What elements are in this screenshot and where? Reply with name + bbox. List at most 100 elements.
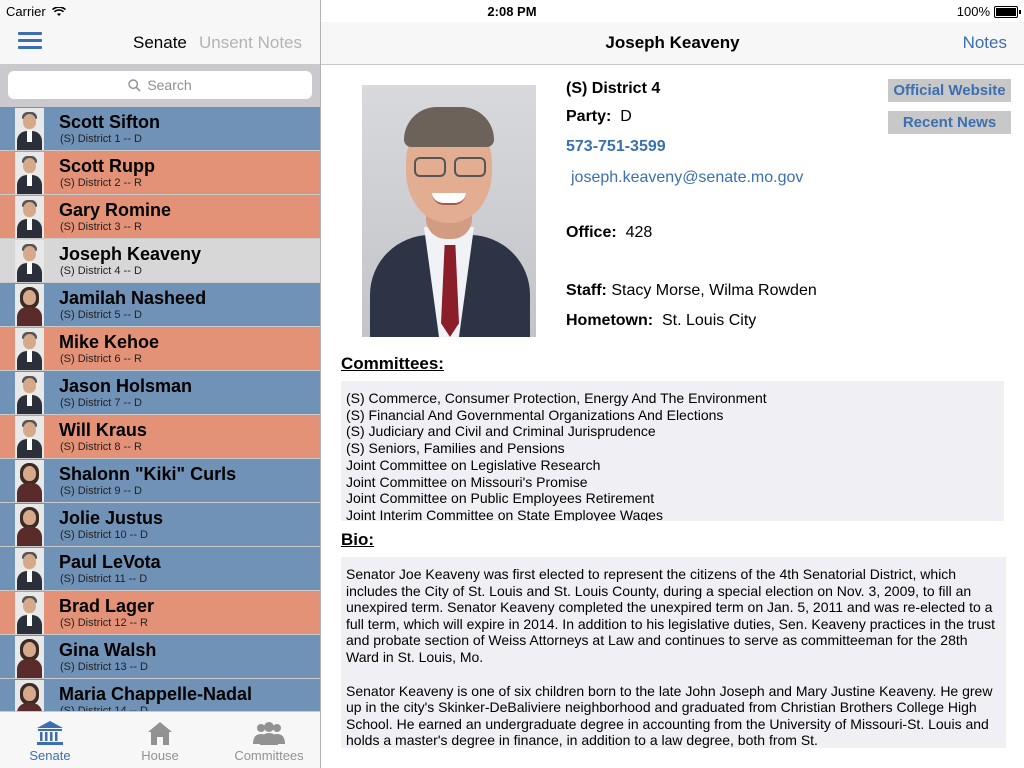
senator-row[interactable]: Shalonn "Kiki" Curls (S) District 9 -- D xyxy=(0,459,320,503)
senator-district: (S) District 5 -- D xyxy=(60,309,142,321)
senator-thumbnail xyxy=(15,372,44,414)
senator-thumbnail xyxy=(15,504,44,546)
senator-thumbnail xyxy=(15,108,44,150)
menu-icon[interactable] xyxy=(18,32,42,50)
hometown-value: St. Louis City xyxy=(662,312,757,329)
clock: 2:08 PM xyxy=(487,4,537,19)
senator-name: Mike Kehoe xyxy=(59,332,160,352)
senator-thumbnail xyxy=(15,196,44,238)
senator-row[interactable]: Will Kraus (S) District 8 -- R xyxy=(0,415,320,459)
committee-item: (S) Seniors, Families and Pensions xyxy=(346,440,565,457)
office-row: Office: 428 xyxy=(566,224,652,242)
senator-row[interactable]: Gina Walsh (S) District 13 -- D xyxy=(0,635,320,679)
segment-senate[interactable]: Senate xyxy=(133,33,187,53)
master-pane: Senate Unsent Notes Search Scott Sifton(… xyxy=(0,0,321,768)
committee-item: Joint Committee on Public Employees Reti… xyxy=(346,490,655,507)
committee-item: Joint Interim Committee on State Employe… xyxy=(346,506,663,521)
bio-paragraph: Senator Joe Keaveny was first elected to… xyxy=(346,566,995,665)
battery-icon xyxy=(994,5,1021,18)
notes-button[interactable]: Notes xyxy=(963,33,1007,53)
phone-link[interactable]: 573-751-3599 xyxy=(566,138,666,156)
committees-list: (S) Commerce, Consumer Protection, Energ… xyxy=(341,381,1004,521)
senator-list: Scott Sifton (S) District 1 -- D Scott Rup… xyxy=(0,107,320,711)
email-link[interactable]: joseph.keaveny@senate.mo.gov xyxy=(571,169,803,187)
senator-thumbnail xyxy=(15,284,44,326)
tab-committees[interactable]: Committees xyxy=(219,712,319,768)
battery-percent: 100% xyxy=(956,4,990,19)
recent-news-button[interactable]: Recent News xyxy=(888,111,1011,134)
party-value: D xyxy=(620,108,632,125)
bio-paragraph: Senator Keaveny is one of six children b… xyxy=(346,682,993,748)
party-label: Party: xyxy=(566,108,612,125)
tab-bar: Senate House Committees xyxy=(0,711,320,768)
senator-row[interactable]: Brad Lager (S) District 12 -- R xyxy=(0,591,320,635)
search-input[interactable]: Search xyxy=(8,71,312,99)
senator-row[interactable]: Jason Holsman (S) District 7 -- D xyxy=(0,371,320,415)
master-nav-bar: Senate Unsent Notes xyxy=(0,22,320,65)
tab-senate-label: Senate xyxy=(29,748,71,763)
senator-district: (S) District 9 -- D xyxy=(60,485,142,497)
senator-row[interactable]: Scott Rupp (S) District 2 -- R xyxy=(0,151,320,195)
office-label: Office: xyxy=(566,224,617,241)
office-value: 428 xyxy=(625,224,653,241)
senator-district: (S) District 8 -- R xyxy=(60,441,142,453)
senator-thumbnail xyxy=(15,592,44,634)
senator-thumbnail xyxy=(15,636,44,678)
people-icon xyxy=(253,722,285,745)
hometown-row: Hometown: St. Louis City xyxy=(566,312,756,330)
senator-district: (S) District 13 -- D xyxy=(60,661,148,673)
staff-label: Staff: xyxy=(566,282,607,299)
senator-row[interactable]: Mike Kehoe (S) District 6 -- R xyxy=(0,327,320,371)
tab-committees-label: Committees xyxy=(234,748,304,763)
detail-nav-bar: Joseph Keaveny Notes xyxy=(321,22,1024,65)
senator-district: (S) District 2 -- R xyxy=(60,177,142,189)
search-bar: Search xyxy=(0,65,320,107)
staff-value: Stacy Morse, Wilma Rowden xyxy=(611,282,817,299)
district-label: (S) District 4 xyxy=(566,80,661,97)
senator-row[interactable]: Paul LeVota (S) District 11 -- D xyxy=(0,547,320,591)
senator-row[interactable]: Scott Sifton (S) District 1 -- D xyxy=(0,107,320,151)
bio-text: Senator Joe Keaveny was first elected to… xyxy=(341,557,1006,748)
senator-row[interactable]: Gary Romine (S) District 3 -- R xyxy=(0,195,320,239)
senator-name: Scott Rupp xyxy=(59,156,155,176)
status-bar: Carrier 2:08 PM 100% xyxy=(0,0,1024,22)
senator-thumbnail xyxy=(15,548,44,590)
tab-house-label: House xyxy=(141,748,179,763)
senator-row[interactable]: Maria Chappelle-Nadal (S) District 14 -- … xyxy=(0,679,320,711)
senator-district: (S) District 11 -- D xyxy=(60,573,148,585)
committee-item: Joint Committee on Legislative Research xyxy=(346,456,601,473)
tab-house[interactable]: House xyxy=(110,712,210,768)
senator-district: (S) District 10 -- D xyxy=(60,529,148,541)
senator-row[interactable]: Jamilah Nasheed (S) District 5 -- D xyxy=(0,283,320,327)
bio-box[interactable]: Senator Joe Keaveny was first elected to… xyxy=(341,557,1006,748)
senator-district: (S) District 3 -- R xyxy=(60,221,142,233)
senator-name: Will Kraus xyxy=(59,420,147,440)
senator-district: (S) District 12 -- R xyxy=(60,617,148,629)
senator-thumbnail xyxy=(15,152,44,194)
tab-senate[interactable]: Senate xyxy=(0,712,100,768)
official-website-button[interactable]: Official Website xyxy=(888,79,1011,102)
committee-item: (S) Commerce, Consumer Protection, Energ… xyxy=(346,390,767,406)
senator-thumbnail xyxy=(15,460,44,502)
senator-name: Jason Holsman xyxy=(59,376,193,396)
party-row: Party: D xyxy=(566,108,632,126)
segment-unsent-notes[interactable]: Unsent Notes xyxy=(199,33,302,53)
senator-name: Jolie Justus xyxy=(59,508,164,528)
senator-photo xyxy=(362,85,536,337)
senator-row[interactable]: Jolie Justus (S) District 10 -- D xyxy=(0,503,320,547)
senator-district: (S) District 4 -- D xyxy=(60,265,142,277)
senator-name: Jamilah Nasheed xyxy=(59,288,207,308)
capitol-icon xyxy=(37,721,63,745)
senator-row[interactable]: Joseph Keaveny (S) District 4 -- D xyxy=(0,239,320,283)
senator-name: Shalonn "Kiki" Curls xyxy=(59,464,237,484)
senator-thumbnail xyxy=(15,240,44,282)
house-icon xyxy=(148,722,172,745)
battery-indicator: 100% xyxy=(956,4,1021,19)
committee-item: (S) Judiciary and Civil and Criminal Jur… xyxy=(346,423,656,440)
committees-box[interactable]: (S) Commerce, Consumer Protection, Energ… xyxy=(341,381,1004,521)
staff-row: Staff: Stacy Morse, Wilma Rowden xyxy=(566,282,817,300)
senator-name: Gina Walsh xyxy=(59,640,157,660)
senator-name: Paul LeVota xyxy=(59,552,161,572)
senator-name: Brad Lager xyxy=(59,596,155,616)
senator-name: Gary Romine xyxy=(59,200,172,220)
